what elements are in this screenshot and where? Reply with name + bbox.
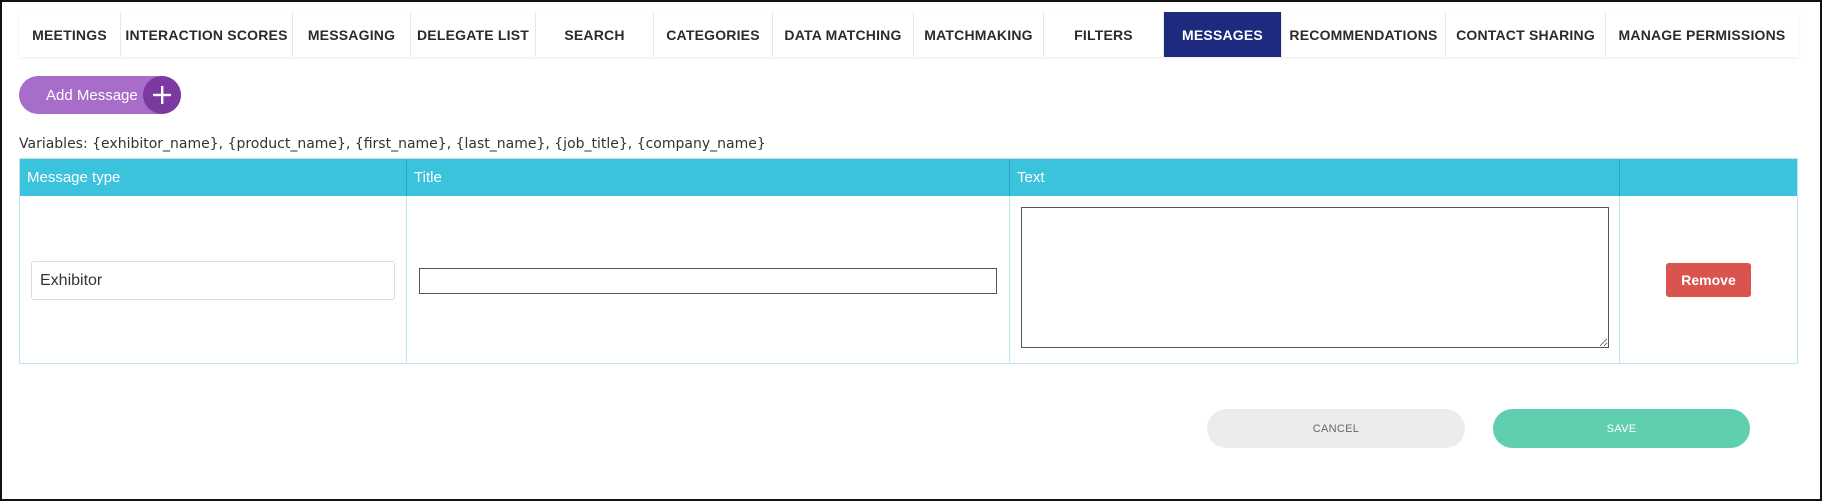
column-header-actions xyxy=(1620,159,1797,196)
messages-table: Message type Title Text Exhibitor Remove xyxy=(19,158,1798,364)
tab-search[interactable]: SEARCH xyxy=(536,12,654,57)
tab-manage-permissions[interactable]: MANAGE PERMISSIONS xyxy=(1606,12,1798,57)
cell-text xyxy=(1010,196,1620,363)
app-frame: MEETINGS INTERACTION SCORES MESSAGING DE… xyxy=(0,0,1822,501)
cancel-button[interactable]: CANCEL xyxy=(1207,409,1465,448)
save-button[interactable]: SAVE xyxy=(1493,409,1750,448)
column-header-message-type: Message type xyxy=(20,159,407,196)
cell-actions: Remove xyxy=(1620,196,1797,363)
title-input[interactable] xyxy=(419,268,997,294)
add-message-label: Add Message xyxy=(46,86,138,104)
tab-interaction-scores[interactable]: INTERACTION SCORES xyxy=(121,12,293,57)
tab-bar: MEETINGS INTERACTION SCORES MESSAGING DE… xyxy=(19,12,1798,57)
add-message-button[interactable]: Add Message xyxy=(19,76,181,114)
remove-button[interactable]: Remove xyxy=(1666,263,1751,297)
tab-categories[interactable]: CATEGORIES xyxy=(654,12,773,57)
tab-contact-sharing[interactable]: CONTACT SHARING xyxy=(1446,12,1606,57)
message-type-select[interactable]: Exhibitor xyxy=(31,261,395,300)
tab-matchmaking[interactable]: MATCHMAKING xyxy=(914,12,1044,57)
plus-icon xyxy=(143,76,181,114)
table-row: Exhibitor Remove xyxy=(20,196,1797,363)
tab-messaging[interactable]: MESSAGING xyxy=(293,12,411,57)
text-textarea[interactable] xyxy=(1021,207,1609,348)
variables-hint: Variables: {exhibitor_name}, {product_na… xyxy=(19,136,766,152)
tab-filters[interactable]: FILTERS xyxy=(1044,12,1164,57)
column-header-text: Text xyxy=(1010,159,1620,196)
tab-data-matching[interactable]: DATA MATCHING xyxy=(773,12,914,57)
table-header: Message type Title Text xyxy=(20,159,1797,196)
tab-messages[interactable]: MESSAGES xyxy=(1164,12,1282,57)
column-header-title: Title xyxy=(407,159,1010,196)
tab-recommendations[interactable]: RECOMMENDATIONS xyxy=(1282,12,1446,57)
tab-meetings[interactable]: MEETINGS xyxy=(19,12,121,57)
cell-title xyxy=(407,196,1010,363)
tab-delegate-list[interactable]: DELEGATE LIST xyxy=(411,12,536,57)
cell-message-type: Exhibitor xyxy=(20,196,407,363)
